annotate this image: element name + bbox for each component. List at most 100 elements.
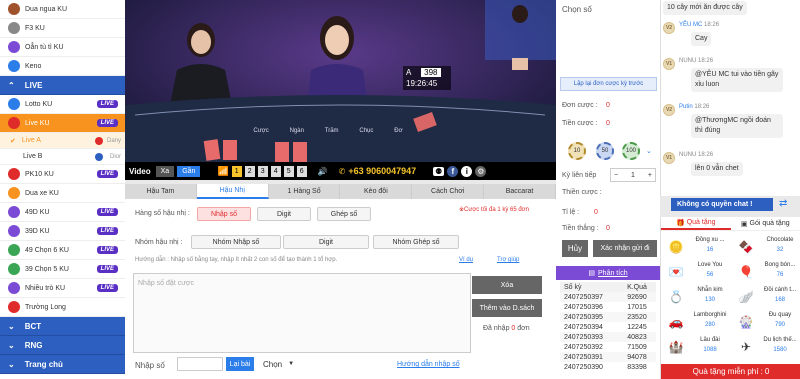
camera-1[interactable]: 1	[231, 165, 242, 177]
gift-item[interactable]: 🪽 Đồi cánh t... 168	[733, 285, 800, 309]
camera-5[interactable]: 5	[283, 165, 294, 177]
nhom-ghep-so-button[interactable]: Nhóm Ghép số	[373, 235, 459, 249]
live-video[interactable]: A 398 19:26:45 Cược Ngàn Trăm Chục Đơ	[125, 0, 556, 180]
sub-item[interactable]: ✔ Live A Dany	[0, 133, 125, 149]
gift-item[interactable]: 🚗 Lamborghini 280	[663, 310, 731, 334]
section-header[interactable]: ⌄ RNG	[0, 336, 125, 355]
delete-button[interactable]: Xóa	[472, 276, 542, 294]
add-list-button[interactable]: Thêm vào D.sách	[472, 299, 542, 317]
ghep-so-button[interactable]: Ghép số	[317, 207, 371, 221]
section-label: Trang chủ	[24, 359, 63, 369]
next-label: Kỳ liên tiếp	[562, 172, 597, 179]
cancel-button[interactable]: Hủy	[562, 240, 588, 257]
tab-gifts[interactable]: 🎁 Quà tặng	[661, 217, 731, 230]
nhom-nhap-so-button[interactable]: Nhóm Nhập số	[191, 235, 281, 249]
gift-price: 1580	[773, 347, 787, 353]
sidebar-item[interactable]: Lotto KU LIVE	[0, 95, 125, 114]
sidebar-item[interactable]: 49 Chọn 6 KU LIVE	[0, 241, 125, 260]
row2-label: Nhóm hậu nhị :	[135, 239, 183, 246]
tab-hau-nhi[interactable]: Hậu Nhị	[196, 184, 269, 199]
chip-50[interactable]: 50	[596, 142, 614, 160]
choose-dropdown[interactable]: Chọn ▼	[263, 357, 303, 371]
round-label: A	[406, 68, 411, 77]
minus-icon[interactable]: −	[614, 172, 618, 179]
gift-item[interactable]: 🏰 Lâu đài 1088	[663, 335, 731, 359]
sub-item[interactable]: Live B Dior	[0, 149, 125, 165]
tab-1-hang-so[interactable]: 1 Hàng Số	[269, 184, 341, 199]
sidebar-item[interactable]: PK10 KU LIVE	[0, 165, 125, 184]
tab-keo-doi[interactable]: Kèo đôi	[340, 184, 413, 199]
tab-baccarat[interactable]: Baccarat	[484, 184, 556, 199]
msg-time: 18:26	[698, 58, 714, 64]
gift-item[interactable]: 🎡 Đu quay 790	[733, 310, 800, 334]
number-input[interactable]	[177, 357, 223, 371]
section-header[interactable]: ⌄ Trang chủ	[0, 355, 125, 374]
sidebar-item[interactable]: Trường Long	[0, 298, 125, 317]
plus-icon[interactable]: +	[648, 172, 652, 179]
tab-hau-tam[interactable]: Hậu Tam	[125, 184, 197, 199]
chip-100[interactable]: 100	[622, 142, 640, 160]
sidebar-item[interactable]: Oẳn tù tì KU	[0, 38, 125, 57]
camera-6[interactable]: 6	[296, 165, 307, 177]
sidebar-item[interactable]: Keno	[0, 57, 125, 76]
period-cell: 2407250396	[564, 303, 603, 311]
period-stepper[interactable]: − 1 +	[610, 168, 656, 182]
sound-icon[interactable]: 🔊	[318, 167, 328, 176]
far-view-button[interactable]: Xa	[155, 165, 175, 177]
reset-button[interactable]: Lại bài	[226, 357, 254, 371]
result-cell: 92690	[627, 293, 647, 301]
level-badge: V1	[663, 152, 675, 164]
guide-link[interactable]: Hướng dẫn nhập số	[397, 361, 460, 368]
tab-gift-packs[interactable]: ▣ Gói quà tặng	[731, 217, 800, 230]
sidebar-item[interactable]: 49D KU LIVE	[0, 203, 125, 222]
camera-4[interactable]: 4	[270, 165, 281, 177]
order-label: Đơn cược :	[562, 102, 598, 109]
camera-2[interactable]: 2	[244, 165, 255, 177]
section-header[interactable]: ⌄ BCT	[0, 317, 125, 336]
sidebar-item[interactable]: 39D KU LIVE	[0, 222, 125, 241]
free-gift-bar[interactable]: Quà tặng miễn phí : 0	[661, 364, 800, 379]
entered-count: Đã nhập 0 đơn	[483, 325, 530, 332]
sidebar-item-label: 39D KU	[25, 227, 50, 235]
sidebar-item[interactable]: Live KU LIVE	[0, 114, 125, 133]
repeat-bet-button[interactable]: Lặp lại đơn cược kỳ trước	[560, 77, 657, 91]
nhom-digit-button[interactable]: Digit	[283, 235, 369, 249]
sidebar-item[interactable]: Dua ngua KU	[0, 0, 125, 19]
amount-value: 0	[606, 120, 610, 127]
gift-item[interactable]: 🎈 Bong bón... 76	[733, 260, 800, 284]
swap-icon[interactable]: ⇄	[779, 198, 787, 209]
gift-item[interactable]: 💌 Love You 56	[663, 260, 731, 284]
confirm-button[interactable]: Xác nhận gửi đi	[593, 240, 657, 257]
chevron-down-icon[interactable]: ⌄	[646, 147, 652, 155]
near-view-button[interactable]: Gần	[177, 165, 201, 177]
gift-price: 16	[706, 247, 714, 253]
chevron-up-icon: ⌃	[8, 80, 15, 90]
gift-item[interactable]: 🪙 Đồng xu ... 16	[663, 235, 731, 259]
tab-cach-choi[interactable]: Cách Chơi	[412, 184, 485, 199]
gift-item[interactable]: 🍫 Chocolate 32	[733, 235, 800, 259]
user-name: NUNU	[679, 58, 697, 64]
live-header[interactable]: ⌃ LIVE	[0, 76, 125, 95]
sub-item-label: Live B	[23, 153, 43, 160]
gift-icon: ✈	[740, 340, 752, 354]
info-icon[interactable]: i	[461, 165, 473, 177]
chip-10[interactable]: 10	[568, 142, 586, 160]
facebook-icon[interactable]: f	[447, 165, 459, 177]
bet-numbers-textarea[interactable]: Nhập số đặt cược	[133, 273, 471, 353]
camera-3[interactable]: 3	[257, 165, 268, 177]
sidebar-item[interactable]: Nhiều trò KU LIVE	[0, 279, 125, 298]
help-link[interactable]: Trợ giúp	[497, 257, 519, 263]
analysis-button[interactable]: ▤ Phân tích	[556, 266, 660, 280]
sidebar-item[interactable]: Dua xe KU	[0, 184, 125, 203]
live-ku-icon	[8, 117, 20, 129]
digit-button[interactable]: Digit	[257, 207, 311, 221]
gift-item[interactable]: ✈ Du lịch thế... 1580	[733, 335, 800, 359]
sidebar-item[interactable]: F3 KU	[0, 19, 125, 38]
sidebar-item[interactable]: 39 Chọn 5 KU LIVE	[0, 260, 125, 279]
nhap-so-button[interactable]: Nhập số	[197, 207, 251, 221]
people-icon[interactable]: ⚉	[433, 166, 445, 176]
example-link[interactable]: Ví dụ	[459, 257, 473, 263]
settings-icon[interactable]: ⚙	[475, 165, 487, 177]
table-row: 2407250393 40823	[560, 332, 656, 342]
gift-item[interactable]: 💍 Nhẫn kim 130	[663, 285, 731, 309]
